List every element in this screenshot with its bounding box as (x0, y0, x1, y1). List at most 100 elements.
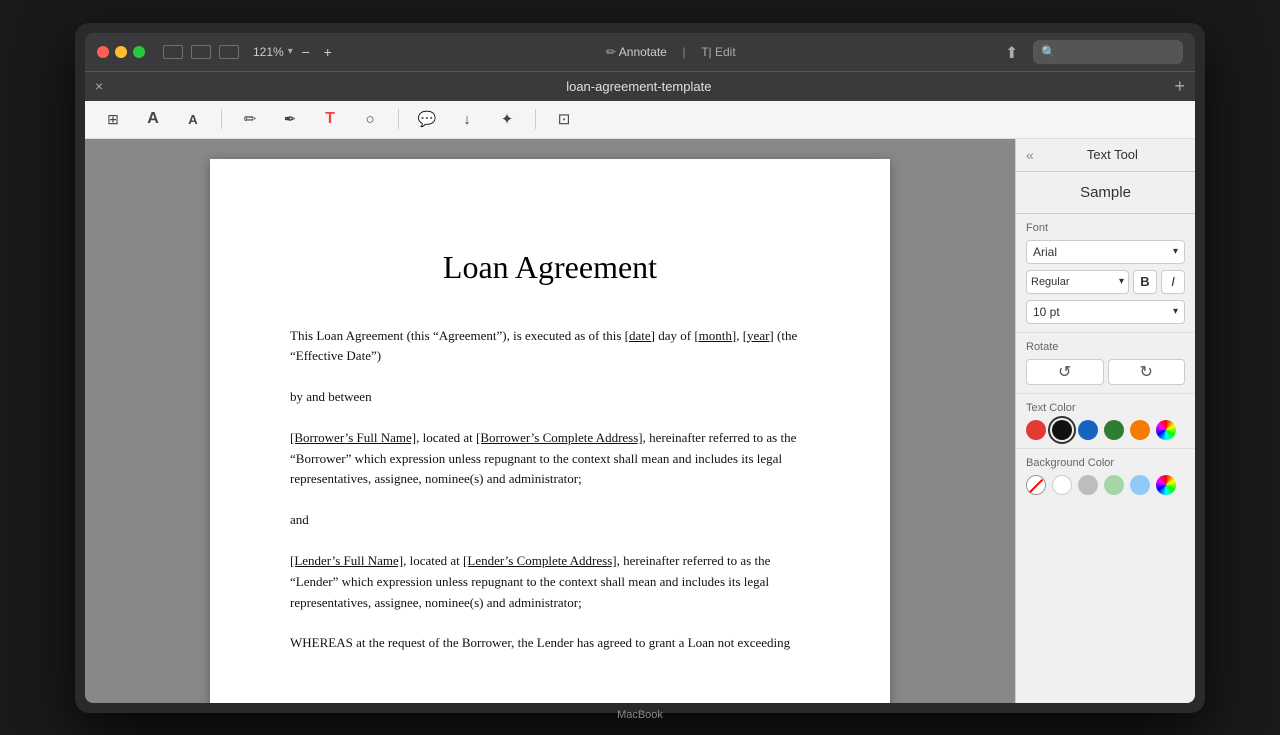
zoom-dropdown-icon[interactable]: ▾ (288, 46, 293, 57)
color-red[interactable] (1026, 420, 1046, 440)
font-dropdown-icon: ▾ (1173, 246, 1178, 257)
font-value: Arial (1033, 245, 1057, 259)
right-panel: « Text Tool Sample Font Arial ▾ Regular … (1015, 139, 1195, 703)
font-size-dropdown[interactable]: 10 pt ▾ (1026, 300, 1185, 324)
zoom-level: 121% (253, 45, 284, 59)
font-style-dropdown[interactable]: Regular ▾ (1026, 270, 1129, 294)
font-large-button[interactable]: A (141, 107, 165, 131)
zoom-control: 121% ▾ − + (253, 43, 337, 61)
text-tool-button[interactable]: T (318, 107, 342, 131)
bg-color-section: Background Color (1016, 448, 1195, 503)
font-style-row: Regular ▾ B I (1026, 270, 1185, 294)
macbook-frame: 121% ▾ − + ✏ Annotate | T| Edit ⬆ 🔍 (75, 23, 1205, 713)
sidebar-icon[interactable] (163, 45, 183, 59)
minimize-button[interactable] (115, 46, 127, 58)
sidebar-toggle-icons (163, 45, 239, 59)
toolbar: ⊞ A A ✏ ✒ T ○ 💬 ↓ ✦ ⊡ (85, 101, 1195, 139)
size-value: 10 pt (1033, 305, 1060, 319)
separator: | (682, 45, 685, 59)
close-button[interactable] (97, 46, 109, 58)
bg-light-green[interactable] (1104, 475, 1124, 495)
italic-button[interactable]: I (1161, 270, 1185, 294)
fullscreen-tool-button[interactable]: ⊡ (552, 107, 576, 131)
thumbnail-tool-button[interactable]: ⊞ (101, 107, 125, 131)
bg-gray[interactable] (1078, 475, 1098, 495)
search-box: 🔍 (1033, 40, 1183, 64)
bg-transparent-button[interactable] (1026, 475, 1046, 495)
zoom-plus-button[interactable]: + (319, 43, 337, 61)
rotate-row: ↺ ↻ (1026, 359, 1185, 385)
titlebar-right: ⬆ 🔍 (1005, 40, 1183, 64)
font-label: Font (1026, 222, 1185, 234)
traffic-lights (97, 46, 145, 58)
size-dropdown-icon: ▾ (1173, 306, 1178, 317)
document-body: This Loan Agreement (this “Agreement”), … (290, 326, 810, 655)
paragraph-6: WHEREAS at the request of the Borrower, … (290, 633, 810, 654)
paragraph-4: and (290, 510, 810, 531)
font-dropdown[interactable]: Arial ▾ (1026, 240, 1185, 264)
bg-white[interactable] (1052, 475, 1072, 495)
bold-button[interactable]: B (1133, 270, 1157, 294)
panel-title: Text Tool (1040, 147, 1185, 162)
color-green[interactable] (1104, 420, 1124, 440)
zoom-minus-button[interactable]: − (297, 43, 315, 61)
titlebar: 121% ▾ − + ✏ Annotate | T| Edit ⬆ 🔍 (85, 33, 1195, 71)
pencil-tool-button[interactable]: ✏ (238, 107, 262, 131)
fullscreen-button[interactable] (133, 46, 145, 58)
font-section: Font Arial ▾ Regular ▾ B I 10 p (1016, 214, 1195, 332)
list-icon[interactable] (219, 45, 239, 59)
signature-tool-button[interactable]: ✦ (495, 107, 519, 131)
text-color-picker-button[interactable] (1156, 420, 1176, 440)
divider3 (535, 109, 536, 129)
main-area: Loan Agreement This Loan Agreement (this… (85, 139, 1195, 703)
search-icon: 🔍 (1041, 45, 1056, 59)
text-color-section: Text Color (1016, 393, 1195, 448)
annotate-icon[interactable]: ✏ (606, 45, 619, 59)
document-page: Loan Agreement This Loan Agreement (this… (210, 159, 890, 703)
comment-tool-button[interactable]: 💬 (415, 107, 439, 131)
rotate-cw-button[interactable]: ↻ (1108, 359, 1186, 385)
divider2 (398, 109, 399, 129)
highlight-tool-button[interactable]: ✒ (278, 107, 302, 131)
color-black[interactable] (1052, 420, 1072, 440)
stamp-tool-button[interactable]: ↓ (455, 107, 479, 131)
bg-light-blue[interactable] (1130, 475, 1150, 495)
document-area[interactable]: Loan Agreement This Loan Agreement (this… (85, 139, 1015, 703)
rotate-section: Rotate ↺ ↻ (1016, 332, 1195, 393)
bg-color-row (1026, 475, 1185, 495)
document-title: Loan Agreement (290, 249, 810, 286)
color-orange[interactable] (1130, 420, 1150, 440)
panel-header: « Text Tool (1016, 139, 1195, 172)
edit-button[interactable]: Edit (715, 45, 736, 59)
paragraph-3: [Borrower’s Full Name], located at [Borr… (290, 428, 810, 490)
text-color-label: Text Color (1026, 402, 1185, 414)
font-small-button[interactable]: A (181, 107, 205, 131)
paragraph-1: This Loan Agreement (this “Agreement”), … (290, 326, 810, 368)
paragraph-5: [Lender’s Full Name], located at [Lender… (290, 551, 810, 613)
color-blue[interactable] (1078, 420, 1098, 440)
bg-color-picker-button[interactable] (1156, 475, 1176, 495)
annotate-button[interactable]: Annotate (619, 45, 667, 59)
bg-color-label: Background Color (1026, 457, 1185, 469)
text-color-row (1026, 420, 1185, 440)
tab-close-button[interactable]: × (95, 78, 103, 94)
tab-title: loan-agreement-template (111, 79, 1166, 94)
screen: 121% ▾ − + ✏ Annotate | T| Edit ⬆ 🔍 (85, 33, 1195, 703)
grid-icon[interactable] (191, 45, 211, 59)
search-input[interactable] (1060, 45, 1175, 59)
macbook-label: MacBook (540, 709, 740, 721)
tab-add-button[interactable]: + (1174, 76, 1185, 97)
divider (221, 109, 222, 129)
shape-tool-button[interactable]: ○ (358, 107, 382, 131)
edit-icon[interactable]: T| (701, 45, 715, 59)
style-value: Regular (1031, 276, 1070, 288)
share-button[interactable]: ⬆ (1005, 43, 1023, 61)
style-dropdown-icon: ▾ (1119, 276, 1124, 287)
paragraph-2: by and between (290, 387, 810, 408)
rotate-ccw-button[interactable]: ↺ (1026, 359, 1104, 385)
panel-collapse-button[interactable]: « (1026, 147, 1034, 163)
tabbar: × loan-agreement-template + (85, 71, 1195, 101)
panel-sample: Sample (1016, 172, 1195, 214)
titlebar-center: ✏ Annotate | T| Edit (345, 44, 997, 59)
rotate-label: Rotate (1026, 341, 1185, 353)
